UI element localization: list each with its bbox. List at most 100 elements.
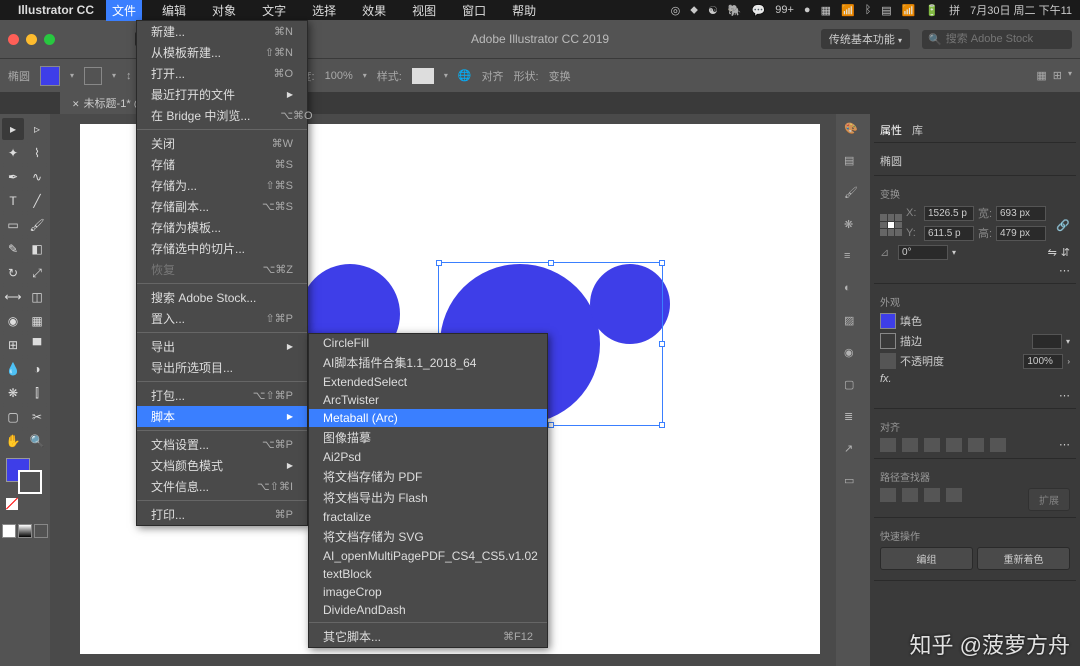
layers-panel-icon[interactable]: ≣	[844, 410, 862, 428]
isolate-icon[interactable]: ▦	[1036, 69, 1046, 82]
slice-tool[interactable]: ✂	[26, 406, 48, 428]
stroke-panel-icon[interactable]: ≡	[844, 250, 862, 268]
script-menu-item[interactable]: AI_openMultiPagePDF_CS4_CS5.v1.02	[309, 547, 547, 565]
fill-swatch[interactable]	[40, 66, 60, 86]
file-menu-item[interactable]: 文件信息...⌥⇧⌘I	[137, 476, 307, 497]
file-menu-item[interactable]: 文档颜色模式	[137, 455, 307, 476]
swatches-panel-icon[interactable]: ▤	[844, 154, 862, 172]
workspace-selector[interactable]: 传统基本功能 ▾	[821, 29, 910, 49]
pathfinder-unite-icon[interactable]	[880, 488, 896, 502]
file-menu-item[interactable]: 文档设置...⌥⌘P	[137, 434, 307, 455]
recolor-button[interactable]: 重新着色	[977, 547, 1070, 570]
selection-tool[interactable]: ▸	[2, 118, 24, 140]
transform-label[interactable]: 变换	[549, 68, 571, 84]
expand-button[interactable]: 扩展	[1028, 488, 1070, 511]
rotate-tool[interactable]: ↻	[2, 262, 24, 284]
file-menu-item[interactable]: 恢复⌥⌘Z	[137, 259, 307, 280]
pen-tool[interactable]: ✒	[2, 166, 24, 188]
stroke-swatch[interactable]	[84, 67, 102, 85]
file-menu-item[interactable]: 打印...⌘P	[137, 504, 307, 525]
selection-handle[interactable]	[659, 341, 665, 347]
pathfinder-minus-icon[interactable]	[902, 488, 918, 502]
file-menu-item[interactable]: 搜索 Adobe Stock...	[137, 287, 307, 308]
width-tool[interactable]: ⟷	[2, 286, 24, 308]
eraser-tool[interactable]: ◧	[26, 238, 48, 260]
column-graph-tool[interactable]: ⫿	[26, 382, 48, 404]
file-menu-item[interactable]: 打包...⌥⇧⌘P	[137, 385, 307, 406]
curvature-tool[interactable]: ∿	[26, 166, 48, 188]
selection-handle[interactable]	[436, 260, 442, 266]
gradient-mode[interactable]	[18, 524, 32, 538]
fill-swatch[interactable]	[880, 313, 896, 329]
menu-type[interactable]: 文字	[256, 0, 292, 21]
script-menu-item[interactable]: CircleFill	[309, 334, 547, 352]
file-menu-item[interactable]: 存储副本...⌥⌘S	[137, 196, 307, 217]
stroke-color[interactable]	[18, 470, 42, 494]
file-menu-item[interactable]: 存储为模板...	[137, 217, 307, 238]
align-bottom-icon[interactable]	[990, 438, 1006, 452]
angle-input[interactable]	[898, 245, 948, 260]
type-tool[interactable]: T	[2, 190, 24, 212]
menu-object[interactable]: 对象	[206, 0, 242, 21]
pathfinder-intersect-icon[interactable]	[924, 488, 940, 502]
artboards-panel-icon[interactable]: ▭	[844, 474, 862, 492]
color-panel-icon[interactable]: 🎨	[844, 122, 862, 140]
magic-wand-tool[interactable]: ✦	[2, 142, 24, 164]
pathfinder-exclude-icon[interactable]	[946, 488, 962, 502]
eyedropper-tool[interactable]: 💧	[2, 358, 24, 380]
symbols-panel-icon[interactable]: ❋	[844, 218, 862, 236]
scale-tool[interactable]: ⤢	[26, 262, 48, 284]
selection-handle[interactable]	[548, 422, 554, 428]
paintbrush-tool[interactable]: 🖌	[26, 214, 48, 236]
stroke-weight-input[interactable]	[1032, 334, 1062, 349]
file-menu-item[interactable]: 导出	[137, 336, 307, 357]
globe-icon[interactable]: 🌐	[458, 69, 472, 82]
menu-edit[interactable]: 编辑	[156, 0, 192, 21]
shape-label[interactable]: 形状:	[514, 68, 539, 84]
menu-effect[interactable]: 效果	[356, 0, 392, 21]
opacity-swatch[interactable]	[880, 353, 896, 369]
direct-selection-tool[interactable]: ▹	[26, 118, 48, 140]
asset-export-panel-icon[interactable]: ↗	[844, 442, 862, 460]
stroke-swatch[interactable]	[880, 333, 896, 349]
file-menu-item[interactable]: 新建...⌘N	[137, 21, 307, 42]
file-menu-item[interactable]: 最近打开的文件	[137, 84, 307, 105]
lasso-tool[interactable]: ⌇	[26, 142, 48, 164]
w-input[interactable]	[996, 206, 1046, 221]
gradient-tool[interactable]: ▀	[26, 334, 48, 356]
shaper-tool[interactable]: ✎	[2, 238, 24, 260]
script-menu-item[interactable]: fractalize	[309, 508, 547, 526]
file-menu-item[interactable]: 从模板新建...⇧⌘N	[137, 42, 307, 63]
group-button[interactable]: 编组	[880, 547, 973, 570]
script-other-item[interactable]: 其它脚本...⌘F12	[309, 626, 547, 647]
menu-select[interactable]: 选择	[306, 0, 342, 21]
tab-libraries[interactable]: 库	[912, 122, 923, 138]
flip-h-icon[interactable]: ⇋	[1048, 246, 1057, 259]
file-menu-item[interactable]: 存储为...⇧⌘S	[137, 175, 307, 196]
file-menu-item[interactable]: 脚本	[137, 406, 307, 427]
selection-handle[interactable]	[659, 260, 665, 266]
menu-file[interactable]: 文件	[106, 0, 142, 21]
reference-point[interactable]	[880, 214, 902, 236]
script-menu-item[interactable]: textBlock	[309, 565, 547, 583]
file-menu-item[interactable]: 存储选中的切片...	[137, 238, 307, 259]
brushes-panel-icon[interactable]: 🖌	[844, 186, 862, 204]
mesh-tool[interactable]: ⊞	[2, 334, 24, 356]
adobe-stock-search[interactable]: 🔍	[922, 30, 1072, 49]
selection-handle[interactable]	[548, 260, 554, 266]
more-options-icon[interactable]: ⋯	[1059, 438, 1070, 452]
zoom-tool[interactable]: 🔍	[26, 430, 48, 452]
line-tool[interactable]: ╱	[26, 190, 48, 212]
color-mode[interactable]	[2, 524, 16, 538]
script-menu-item[interactable]: AI脚本插件合集1.1_2018_64	[309, 352, 547, 373]
align-right-icon[interactable]	[924, 438, 940, 452]
script-menu-item[interactable]: ExtendedSelect	[309, 373, 547, 391]
style-swatch[interactable]	[412, 68, 434, 84]
menu-help[interactable]: 帮助	[506, 0, 542, 21]
align-label[interactable]: 对齐	[482, 68, 504, 84]
script-menu-item[interactable]: DivideAndDash	[309, 601, 547, 619]
flip-v-icon[interactable]: ⇵	[1061, 246, 1070, 259]
file-menu-item[interactable]: 置入...⇧⌘P	[137, 308, 307, 329]
selection-handle[interactable]	[659, 422, 665, 428]
menu-view[interactable]: 视图	[406, 0, 442, 21]
